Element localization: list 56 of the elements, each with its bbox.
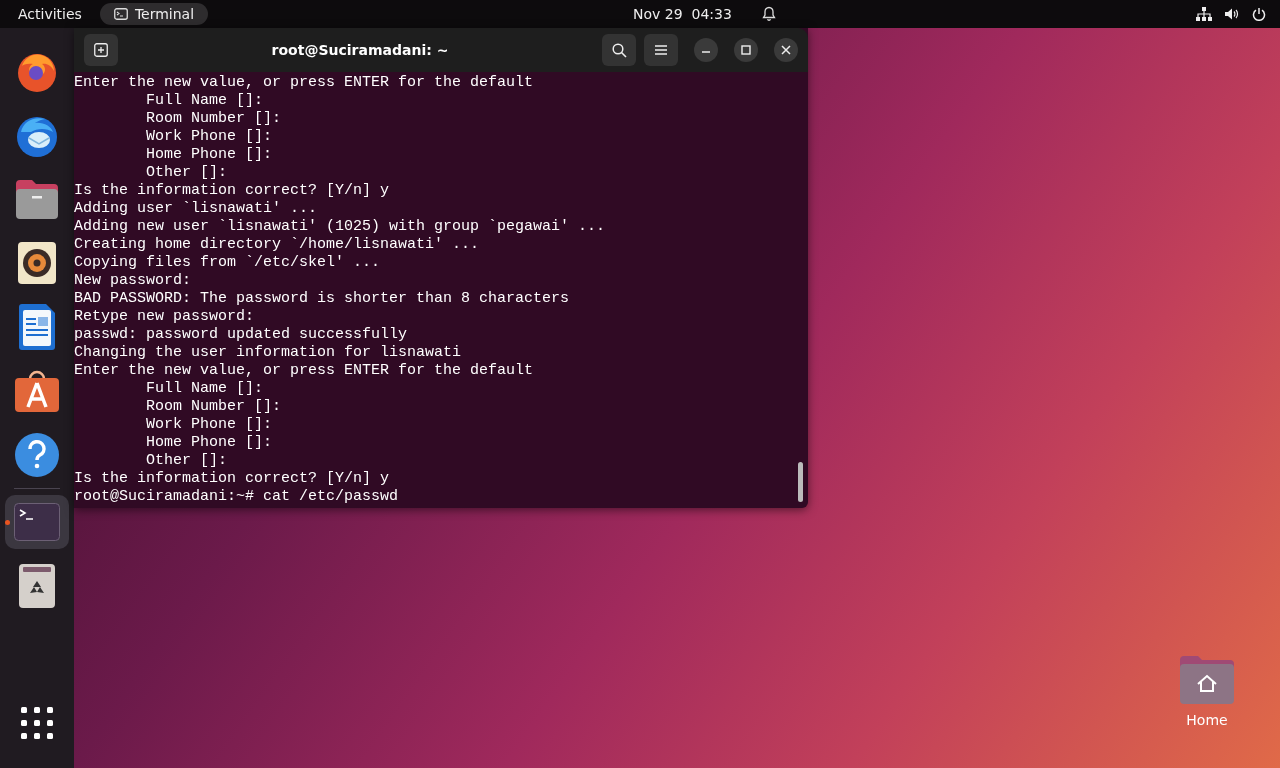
terminal-line: Work Phone []:: [145, 128, 274, 146]
terminal-line: Adding new user `lisnawati' (1025) with group `pegawai' ...: [74, 218, 607, 236]
maximize-icon: [741, 45, 751, 55]
scrollbar-thumb[interactable]: [798, 462, 803, 502]
terminal-line: Is the information correct? [Y/n] y: [74, 182, 391, 200]
search-button[interactable]: [602, 34, 636, 66]
menu-icon: [654, 44, 668, 56]
recycle-bin-icon: [18, 563, 56, 609]
terminal-line: Room Number []:: [145, 398, 283, 416]
window-title: root@Suciramadani: ~: [270, 42, 450, 58]
speaker-app-icon: [17, 241, 57, 285]
terminal-icon: [14, 503, 60, 541]
new-tab-icon: [94, 43, 108, 57]
terminal-line: Work Phone []:: [145, 416, 274, 434]
minimize-button[interactable]: [694, 38, 718, 62]
close-button[interactable]: [774, 38, 798, 62]
menu-button[interactable]: [644, 34, 678, 66]
terminal-line: Room Number []:: [145, 110, 283, 128]
terminal-line: Enter the new value, or press ENTER for the default: [74, 74, 535, 92]
activities-button[interactable]: Activities: [0, 6, 100, 22]
terminal-line: New password:: [74, 272, 193, 290]
new-tab-button[interactable]: [84, 34, 118, 66]
clock-button[interactable]: Nov 29 04:33: [633, 6, 732, 22]
app-grid-icon: [21, 707, 53, 739]
folder-icon: [14, 178, 60, 220]
speaker-icon[interactable]: [1224, 7, 1240, 21]
terminal-line: Enter the new value, or press ENTER for the default: [74, 362, 535, 380]
terminal-line: Changing the user information for lisnawati: [74, 344, 463, 362]
terminal-line: Retype new password:: [74, 308, 256, 326]
terminal-line: Home Phone []:: [145, 434, 274, 452]
close-icon: [781, 45, 791, 55]
terminal-line: Other []:: [145, 164, 229, 182]
question-mark-icon: [14, 432, 60, 478]
shopping-bag-icon: [14, 369, 60, 413]
terminal-line: Creating home directory `/home/lisnawati' ...: [74, 236, 481, 254]
running-indicator: [5, 520, 10, 525]
terminal-line: Other []:: [145, 452, 229, 470]
app-menu-button[interactable]: Terminal: [99, 3, 209, 25]
terminal-icon: [113, 8, 128, 20]
terminal-line: Full Name []:: [145, 380, 265, 398]
terminal-line: root@Suciramadani:~# cat /etc/passwd: [74, 488, 400, 506]
document-icon: [17, 304, 57, 350]
terminal-line: BAD PASSWORD: The password is shorter than 8 characters: [74, 290, 571, 308]
search-icon: [611, 42, 627, 58]
bell-icon[interactable]: [761, 6, 776, 22]
terminal-line: Copying files from `/etc/skel' ...: [74, 254, 382, 272]
terminal-line: Adding user `lisnawati' ...: [74, 200, 319, 218]
terminal-line: Full Name []:: [145, 92, 265, 110]
home-folder-icon: [1178, 654, 1236, 706]
home-folder-shortcut[interactable]: Home: [1178, 654, 1236, 728]
maximize-button[interactable]: [734, 38, 758, 62]
terminal-line: passwd: password updated successfully: [74, 326, 409, 344]
network-icon[interactable]: [1196, 7, 1212, 21]
terminal-line: Home Phone []:: [145, 146, 274, 164]
terminal-line: Is the information correct? [Y/n] y: [74, 470, 391, 488]
power-icon[interactable]: [1252, 7, 1266, 21]
